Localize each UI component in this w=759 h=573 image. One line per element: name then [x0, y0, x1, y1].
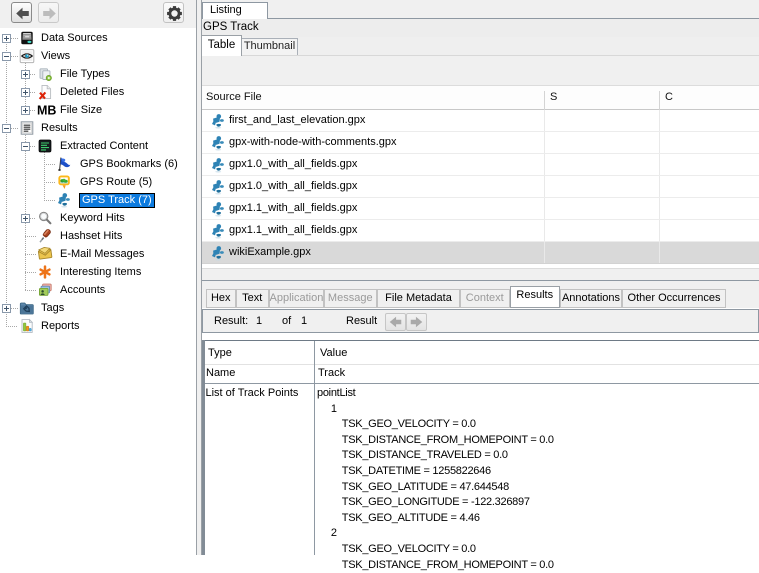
svg-text:MB: MB	[37, 104, 56, 118]
